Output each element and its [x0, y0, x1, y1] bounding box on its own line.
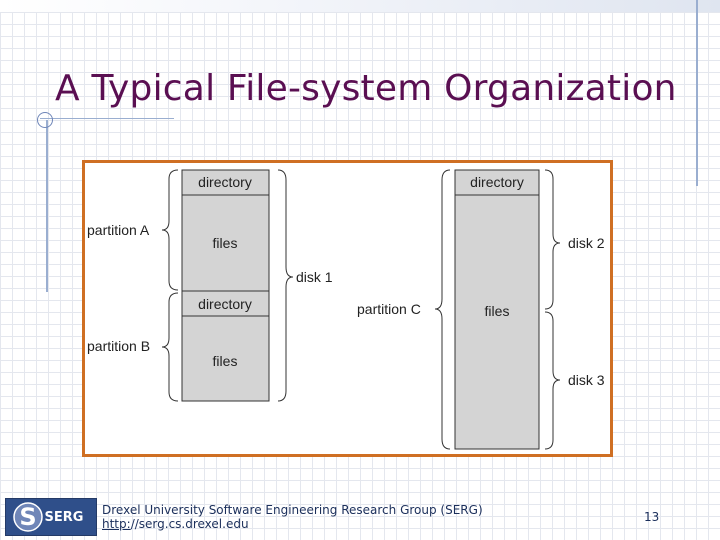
slide-title: A Typical File-system Organization — [55, 68, 677, 109]
partition-c-directory-label: directory — [470, 174, 524, 190]
partition-a-brace — [161, 169, 179, 291]
disk2-label: disk 2 — [568, 235, 605, 251]
logo-text: SERG — [45, 510, 84, 525]
decor-line-left — [46, 120, 48, 292]
disk1-label: disk 1 — [296, 269, 333, 285]
partition-b-directory-label: directory — [198, 296, 252, 312]
partition-c-brace — [434, 169, 451, 450]
footer-org: Drexel University Software Engineering R… — [102, 503, 483, 517]
partition-a-label: partition A — [87, 222, 150, 238]
serg-logo: S SERG — [5, 498, 97, 536]
decor-circle — [37, 112, 53, 128]
decor-line-right — [696, 0, 698, 186]
serg-logo-graphic: S SERG — [6, 499, 96, 535]
partition-c-files-label: files — [485, 303, 510, 319]
footer-link-protocol: http: — [102, 517, 131, 531]
partition-c-files-box — [454, 194, 540, 450]
partition-a-directory-label: directory — [198, 174, 252, 190]
footer-link-rest: //serg.cs.drexel.edu — [130, 517, 249, 531]
page-number: 13 — [644, 510, 660, 524]
footer-text: Drexel University Software Engineering R… — [102, 503, 483, 531]
partition-b-label: partition B — [87, 338, 150, 354]
partition-c-label: partition C — [357, 301, 421, 317]
partition-a-files-label: files — [213, 235, 238, 251]
diagram-canvas: directory files directory files partitio… — [87, 169, 605, 450]
svg-text:S: S — [19, 503, 36, 531]
disk3-brace — [544, 311, 561, 450]
decor-line-title — [40, 118, 174, 119]
partition-b-files-label: files — [213, 353, 238, 369]
diagram-frame: directory files directory files partitio… — [82, 160, 613, 457]
disk1-brace — [277, 169, 294, 402]
disk2-brace — [544, 169, 561, 310]
disk1-column: directory files directory files partitio… — [87, 169, 333, 402]
footer-link[interactable]: http://serg.cs.drexel.edu — [102, 517, 249, 531]
disk3-label: disk 3 — [568, 372, 605, 388]
top-band — [0, 0, 720, 12]
partition-b-brace — [161, 292, 179, 402]
partition-c-column: directory files partition C disk 2 disk … — [357, 169, 605, 450]
